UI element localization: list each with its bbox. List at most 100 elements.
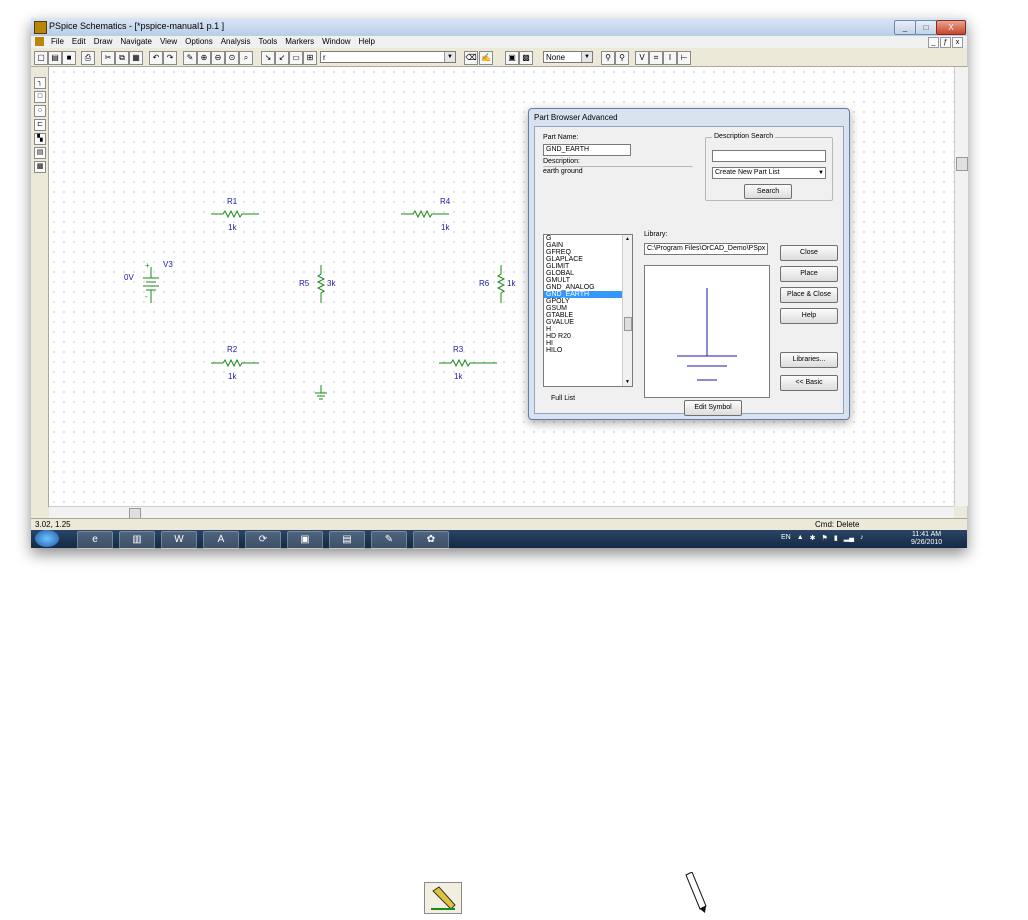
menu-tools[interactable]: Tools bbox=[259, 37, 278, 46]
notepad-app-icon[interactable]: ✎ bbox=[371, 531, 407, 549]
current-marker-icon[interactable]: I bbox=[663, 51, 677, 65]
chevron-down-icon[interactable]: ▼ bbox=[581, 52, 592, 62]
libraries-button[interactable]: Libraries... bbox=[780, 352, 838, 368]
close-dialog-button[interactable]: Close bbox=[780, 245, 838, 261]
marker-combo[interactable]: None ▼ bbox=[543, 51, 593, 63]
list-item[interactable]: GLAPLACE bbox=[544, 256, 632, 263]
paint-app-icon[interactable]: ✿ bbox=[413, 531, 449, 549]
part-name-combo[interactable]: r ▼ bbox=[320, 51, 456, 63]
file-explorer-icon[interactable]: ▥ bbox=[119, 531, 155, 549]
place-button[interactable]: Place bbox=[780, 266, 838, 282]
start-button[interactable] bbox=[35, 530, 59, 547]
draw-block-icon[interactable]: ▭ bbox=[289, 51, 303, 65]
menu-window[interactable]: Window bbox=[322, 37, 350, 46]
r6-value[interactable]: 1k bbox=[507, 279, 515, 288]
save-icon[interactable]: ■ bbox=[62, 51, 76, 65]
basic-button[interactable]: << Basic bbox=[780, 375, 838, 391]
list-item[interactable]: GTABLE bbox=[544, 312, 632, 319]
list-item[interactable]: GAIN bbox=[544, 242, 632, 249]
sync-icon[interactable]: ⟳ bbox=[245, 531, 281, 549]
menu-help[interactable]: Help bbox=[359, 37, 375, 46]
voltage-diff-marker-icon[interactable]: ⌗ bbox=[649, 51, 663, 65]
menu-draw[interactable]: Draw bbox=[94, 37, 113, 46]
list-item[interactable]: GPOLY bbox=[544, 298, 632, 305]
power-marker-icon[interactable]: ⊢ bbox=[677, 51, 691, 65]
tray-arrow-icon[interactable]: ▲ bbox=[797, 534, 804, 542]
place-and-close-button[interactable]: Place & Close bbox=[780, 287, 838, 303]
menu-edit[interactable]: Edit bbox=[72, 37, 86, 46]
zoom-out-icon[interactable]: ⊖ bbox=[211, 51, 225, 65]
draw-circle-icon[interactable]: ○ bbox=[34, 105, 46, 117]
zoom-area-icon[interactable]: ⊙ bbox=[225, 51, 239, 65]
edit-symbol-icon[interactable]: ✍ bbox=[479, 51, 493, 65]
copy-icon[interactable]: ⧉ bbox=[115, 51, 129, 65]
simulate-icon[interactable]: ▩ bbox=[519, 51, 533, 65]
vertical-scroll-thumb[interactable] bbox=[956, 157, 968, 171]
probe-zoom-icon[interactable]: ⚲ bbox=[615, 51, 629, 65]
r6-label[interactable]: R6 bbox=[479, 279, 489, 288]
list-item[interactable]: G bbox=[544, 235, 632, 242]
r1-value[interactable]: 1k bbox=[228, 223, 236, 232]
new-icon[interactable]: ▢ bbox=[34, 51, 48, 65]
open-icon[interactable]: ▤ bbox=[48, 51, 62, 65]
r1-label[interactable]: R1 bbox=[227, 197, 237, 206]
menu-navigate[interactable]: Navigate bbox=[120, 37, 152, 46]
list-item[interactable]: HD R20 bbox=[544, 333, 632, 340]
word-icon[interactable]: W bbox=[161, 531, 197, 549]
v3-label[interactable]: V3 bbox=[163, 260, 173, 269]
language-indicator[interactable]: EN bbox=[781, 534, 791, 542]
clock[interactable]: 11:41 AM 9/26/2010 bbox=[911, 531, 942, 547]
scroll-down-icon[interactable]: ▼ bbox=[623, 378, 632, 386]
part-name-input[interactable]: GND_EARTH bbox=[543, 144, 631, 156]
list-item[interactable]: GVALUE bbox=[544, 319, 632, 326]
parts-list-scrollbar[interactable]: ▲ ▼ bbox=[622, 235, 632, 386]
list-item[interactable]: GLOBAL bbox=[544, 270, 632, 277]
parts-list[interactable]: G GAIN GFREQ GLAPLACE GLIMIT GLOBAL GMUL… bbox=[543, 234, 633, 387]
v3-value[interactable]: 0V bbox=[124, 273, 134, 282]
mdi-close-button[interactable]: x bbox=[952, 37, 963, 48]
menu-file[interactable]: File bbox=[51, 37, 64, 46]
draw-bus-icon[interactable]: ↙ bbox=[275, 51, 289, 65]
draw-polyline-icon[interactable]: ⊏ bbox=[34, 119, 46, 131]
voltage-marker-icon[interactable]: V bbox=[635, 51, 649, 65]
library-path-field[interactable]: C:\Program Files\OrCAD_Demo\PSpx bbox=[644, 243, 768, 255]
flag-icon[interactable]: ⚑ bbox=[822, 534, 828, 542]
menu-analysis[interactable]: Analysis bbox=[221, 37, 251, 46]
draw-arc-icon[interactable]: ╮ bbox=[34, 77, 46, 89]
get-part-icon[interactable]: ⊞ bbox=[303, 51, 317, 65]
r4-label[interactable]: R4 bbox=[440, 197, 450, 206]
document-icon[interactable] bbox=[35, 37, 44, 46]
r3-label[interactable]: R3 bbox=[453, 345, 463, 354]
list-item[interactable]: HILO bbox=[544, 347, 632, 354]
menu-view[interactable]: View bbox=[160, 37, 177, 46]
menu-options[interactable]: Options bbox=[185, 37, 213, 46]
edit-symbol-button[interactable]: Edit Symbol bbox=[684, 400, 742, 416]
insert-image-icon[interactable]: ▩ bbox=[34, 161, 46, 173]
list-item-selected[interactable]: GND_EARTH bbox=[544, 291, 632, 298]
acrobat-icon[interactable]: A bbox=[203, 531, 239, 549]
list-item[interactable]: GMULT bbox=[544, 277, 632, 284]
vertical-scrollbar[interactable] bbox=[954, 67, 968, 506]
r5-value[interactable]: 3k bbox=[327, 279, 335, 288]
close-button[interactable]: X bbox=[936, 20, 966, 35]
paste-icon[interactable]: ▦ bbox=[129, 51, 143, 65]
battery-icon[interactable]: ▮ bbox=[834, 534, 838, 542]
draw-wire-icon[interactable]: ↘ bbox=[261, 51, 275, 65]
photo-app-icon[interactable]: ▣ bbox=[287, 531, 323, 549]
redo-icon[interactable]: ↷ bbox=[163, 51, 177, 65]
zoom-in-icon[interactable]: ⊕ bbox=[197, 51, 211, 65]
redraw-icon[interactable]: ✎ bbox=[183, 51, 197, 65]
undo-icon[interactable]: ↶ bbox=[149, 51, 163, 65]
edit-attributes-icon[interactable]: ⌫ bbox=[464, 51, 478, 65]
color-icon[interactable]: ▚ bbox=[34, 133, 46, 145]
zoom-fit-icon[interactable]: ⌕ bbox=[239, 51, 253, 65]
maximize-button[interactable]: □ bbox=[915, 20, 937, 35]
cut-icon[interactable]: ✂ bbox=[101, 51, 115, 65]
part-list-select[interactable]: Create New Part List ▼ bbox=[712, 167, 826, 179]
r2-value[interactable]: 1k bbox=[228, 372, 236, 381]
print-icon[interactable]: ⎙ bbox=[81, 51, 95, 65]
list-item[interactable]: GSUM bbox=[544, 305, 632, 312]
draw-box-icon[interactable]: □ bbox=[34, 91, 46, 103]
r3-value[interactable]: 1k bbox=[454, 372, 462, 381]
volume-icon[interactable]: ♪ bbox=[860, 534, 864, 542]
